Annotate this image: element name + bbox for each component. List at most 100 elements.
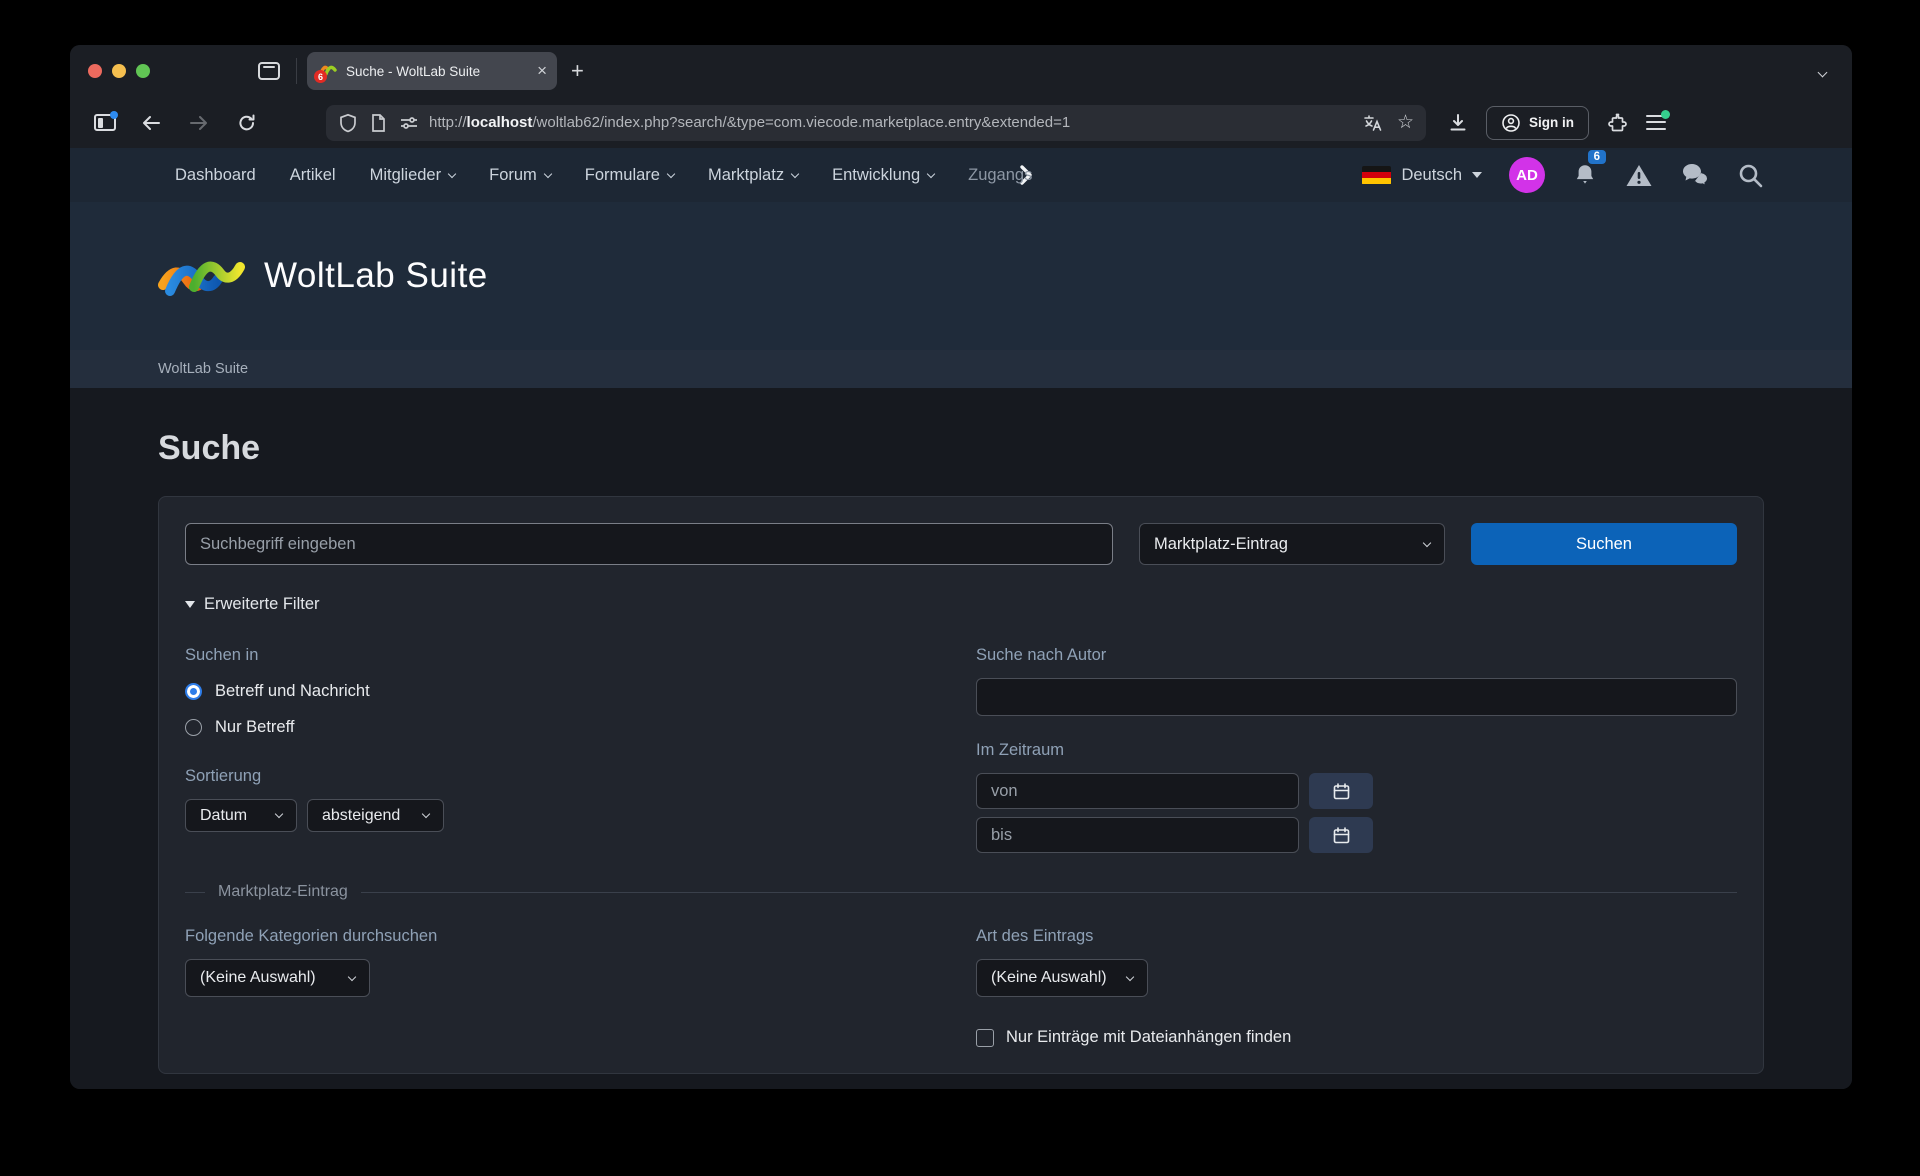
page-info-icon[interactable]: [370, 113, 387, 133]
nav-item-marktplatz[interactable]: Marktplatz: [691, 166, 815, 185]
forward-button[interactable]: [186, 113, 212, 133]
chevron-down-icon: [422, 810, 430, 818]
woltlab-logo-icon[interactable]: [158, 247, 246, 305]
language-selector[interactable]: Deutsch: [1362, 166, 1482, 185]
nav-item-entwicklung[interactable]: Entwicklung: [815, 166, 951, 185]
active-tab[interactable]: 6 Suche - WoltLab Suite ×: [307, 52, 557, 90]
german-flag-icon: [1362, 166, 1391, 185]
nav-item-mitglieder[interactable]: Mitglieder: [353, 166, 473, 185]
permissions-icon[interactable]: [399, 115, 419, 131]
radio-unselected-icon[interactable]: [185, 719, 202, 736]
tab-bar: 6 Suche - WoltLab Suite × +: [70, 45, 1852, 97]
downloads-icon[interactable]: [1448, 113, 1468, 132]
radio-option-subject-message[interactable]: Betreff und Nachricht: [185, 682, 946, 701]
site-navigation: Dashboard Artikel Mitglieder Forum Formu…: [70, 148, 1852, 202]
categories-select[interactable]: (Keine Auswahl): [185, 959, 370, 997]
tracking-protection-shield-icon[interactable]: [338, 113, 358, 133]
filters-left-column: Suchen in Betreff und Nachricht Nur Betr…: [185, 646, 946, 853]
tab-favicon-icon: 6: [317, 61, 339, 81]
filters-right-column: Suche nach Autor Im Zeitraum: [976, 646, 1737, 853]
breadcrumb: WoltLab Suite: [70, 350, 1852, 388]
chevron-down-icon: [1126, 972, 1134, 980]
reload-button[interactable]: [234, 113, 260, 133]
conversations-icon[interactable]: [1680, 162, 1710, 188]
nav-item-dashboard[interactable]: Dashboard: [158, 166, 273, 185]
minimize-window-button[interactable]: [112, 64, 126, 78]
nav-right-cluster: Deutsch AD 6: [1362, 157, 1764, 193]
period-from-input[interactable]: [976, 773, 1299, 809]
tab-notification-badge: 6: [314, 70, 327, 83]
tab-title: Suche - WoltLab Suite: [346, 64, 531, 79]
sidebar-toggle-icon[interactable]: [94, 114, 116, 131]
chevron-down-icon: [667, 169, 675, 177]
chevron-down-icon: [791, 169, 799, 177]
chevron-down-icon: [544, 169, 552, 177]
search-submit-button[interactable]: Suchen: [1471, 523, 1737, 565]
page-title: Suche: [158, 429, 1764, 468]
sort-label: Sortierung: [185, 767, 946, 786]
menu-notification-dot: [1661, 110, 1670, 119]
window-controls[interactable]: [88, 64, 150, 78]
caret-down-icon: [185, 601, 195, 608]
advanced-filters-toggle[interactable]: Erweiterte Filter: [185, 595, 1737, 614]
checkbox-unchecked-icon[interactable]: [976, 1029, 994, 1047]
site-header: WoltLab Suite: [70, 202, 1852, 350]
nav-item-artikel[interactable]: Artikel: [273, 166, 353, 185]
radio-option-subject-only[interactable]: Nur Betreff: [185, 718, 946, 737]
sort-field-select[interactable]: Datum: [185, 799, 297, 832]
entry-type-column: Art des Eintrags (Keine Auswahl) Nur Ein…: [976, 927, 1737, 1047]
tab-close-icon[interactable]: ×: [537, 61, 547, 81]
new-tab-button[interactable]: +: [571, 58, 584, 84]
zoom-window-button[interactable]: [136, 64, 150, 78]
list-all-tabs-icon[interactable]: [1819, 63, 1826, 81]
back-button[interactable]: [138, 113, 164, 133]
nav-item-zugang[interactable]: Zugangs: [951, 166, 1032, 185]
period-to-input[interactable]: [976, 817, 1299, 853]
site-title[interactable]: WoltLab Suite: [264, 256, 488, 296]
language-label: Deutsch: [1401, 166, 1462, 185]
sort-direction-select[interactable]: absteigend: [307, 799, 444, 832]
search-icon[interactable]: [1737, 162, 1764, 189]
menu-hamburger-icon[interactable]: [1646, 115, 1666, 131]
nav-item-formulare[interactable]: Formulare: [568, 166, 691, 185]
extensions-puzzle-icon[interactable]: [1607, 112, 1628, 133]
url-text[interactable]: http://localhost/woltlab62/index.php?sea…: [429, 114, 1353, 131]
toolbar-right: Sign in: [1448, 106, 1666, 140]
url-bar[interactable]: http://localhost/woltlab62/index.php?sea…: [326, 105, 1426, 141]
avatar[interactable]: AD: [1509, 157, 1545, 193]
notifications-button[interactable]: 6: [1572, 162, 1598, 188]
chevron-down-icon: [448, 169, 456, 177]
chevron-down-icon: [275, 810, 283, 818]
section-legend: Marktplatz-Eintrag: [185, 883, 1737, 901]
close-window-button[interactable]: [88, 64, 102, 78]
moderation-warning-icon[interactable]: [1625, 163, 1653, 188]
tab-separator: [296, 58, 297, 84]
author-input[interactable]: [976, 678, 1737, 716]
chevron-down-icon: [1472, 172, 1482, 178]
browser-toolbar: http://localhost/woltlab62/index.php?sea…: [70, 97, 1852, 148]
chevron-down-icon: [348, 972, 356, 980]
signin-button[interactable]: Sign in: [1486, 106, 1589, 140]
calendar-from-button[interactable]: [1309, 773, 1373, 809]
categories-column: Folgende Kategorien durchsuchen (Keine A…: [185, 927, 946, 1047]
radio-selected-icon[interactable]: [185, 683, 202, 700]
chevron-down-icon: [927, 169, 935, 177]
browser-window: 6 Suche - WoltLab Suite × +: [70, 45, 1852, 1089]
notification-badge: 6: [1588, 150, 1606, 164]
bookmark-star-icon[interactable]: ☆: [1397, 111, 1414, 134]
search-type-select[interactable]: Marktplatz-Eintrag: [1139, 523, 1445, 565]
nav-item-forum[interactable]: Forum: [472, 166, 568, 185]
web-content: Dashboard Artikel Mitglieder Forum Formu…: [70, 148, 1852, 1089]
firefox-view-icon[interactable]: [258, 62, 280, 80]
search-keyword-input[interactable]: [185, 523, 1113, 565]
calendar-to-button[interactable]: [1309, 817, 1373, 853]
chevron-down-icon: [1423, 538, 1431, 546]
breadcrumb-item[interactable]: WoltLab Suite: [158, 361, 248, 377]
period-label: Im Zeitraum: [976, 741, 1737, 760]
entry-type-select[interactable]: (Keine Auswahl): [976, 959, 1148, 997]
attachments-checkbox-row[interactable]: Nur Einträge mit Dateianhängen finden: [976, 1028, 1737, 1047]
search-form: Marktplatz-Eintrag Suchen Erweiterte Fil…: [158, 496, 1764, 1074]
entry-type-label: Art des Eintrags: [976, 927, 1737, 946]
main-content: Suche Marktplatz-Eintrag Suchen Erweiter…: [70, 388, 1852, 1089]
translate-icon[interactable]: [1363, 114, 1383, 132]
